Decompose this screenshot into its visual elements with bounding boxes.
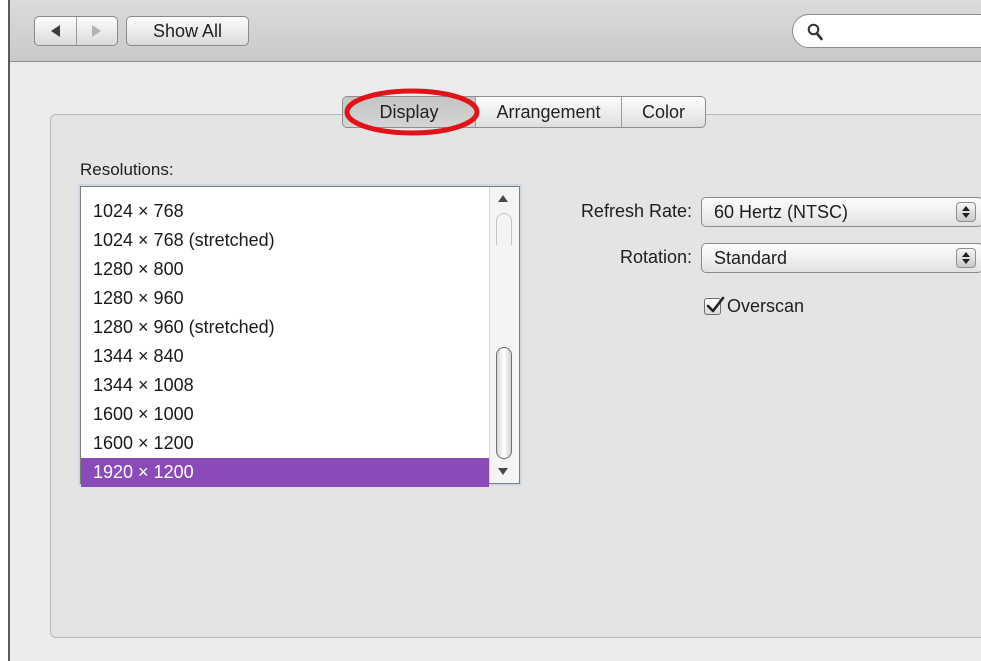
resolutions-label: Resolutions: [80, 160, 174, 179]
up-down-arrows-icon [956, 202, 976, 222]
scroll-up-arrow-icon[interactable] [498, 195, 508, 202]
search-input[interactable] [792, 14, 981, 48]
list-item[interactable]: 1600 × 1000 [81, 400, 489, 429]
forward-button[interactable] [77, 17, 118, 45]
list-item[interactable]: 1280 × 960 [81, 284, 489, 313]
rotation-label: Rotation: [619, 247, 692, 267]
show-all-button[interactable]: Show All [126, 16, 249, 46]
list-item[interactable]: 1024 × 768 (stretched) [81, 226, 489, 255]
scroll-down-arrow-icon[interactable] [498, 468, 508, 475]
list-item[interactable]: 1280 × 800 [81, 255, 489, 284]
list-item-selected[interactable]: 1920 × 1200 [81, 458, 489, 487]
scroll-track-cap [496, 213, 512, 245]
refresh-rate-popup[interactable]: 60 Hertz (NTSC) [701, 197, 981, 227]
tab-display[interactable]: Display [343, 97, 475, 127]
rotation-popup[interactable]: Standard [701, 243, 981, 273]
list-item[interactable]: 1344 × 840 [81, 342, 489, 371]
list-item[interactable]: 1280 × 960 (stretched) [81, 313, 489, 342]
overscan-checkbox[interactable] [704, 296, 725, 315]
chevron-left-icon [50, 25, 60, 37]
rotation-value: Standard [714, 248, 788, 268]
refresh-rate-label: Refresh Rate: [580, 201, 692, 221]
overscan-option[interactable]: Overscan [704, 294, 804, 318]
resolutions-items: 1024 × 768 1024 × 768 (stretched) 1280 ×… [81, 197, 489, 487]
up-down-arrows-icon [956, 248, 976, 268]
tab-arrangement[interactable]: Arrangement [475, 97, 621, 127]
chevron-right-icon [92, 25, 102, 37]
toolbar: Show All [10, 0, 981, 62]
checkmark-icon [706, 296, 725, 312]
tab-bar: Display Arrangement Color [342, 96, 706, 128]
resolutions-list[interactable]: 1024 × 768 1024 × 768 (stretched) 1280 ×… [80, 186, 520, 487]
list-item[interactable]: 1024 × 768 [81, 197, 489, 226]
refresh-rate-value: 60 Hertz (NTSC) [714, 202, 849, 222]
display-preferences-window: Show All Display Arrangement Color Resol… [8, 0, 981, 661]
back-forward-buttons [34, 16, 118, 46]
overscan-label: Overscan [727, 295, 805, 316]
search-icon [807, 23, 823, 41]
vertical-scrollbar[interactable] [489, 187, 519, 483]
list-item[interactable]: 1344 × 1008 [81, 371, 489, 400]
list-item[interactable]: 1600 × 1200 [81, 429, 489, 458]
tab-color[interactable]: Color [621, 97, 705, 127]
scroll-thumb[interactable] [496, 347, 512, 459]
back-button[interactable] [35, 17, 77, 45]
